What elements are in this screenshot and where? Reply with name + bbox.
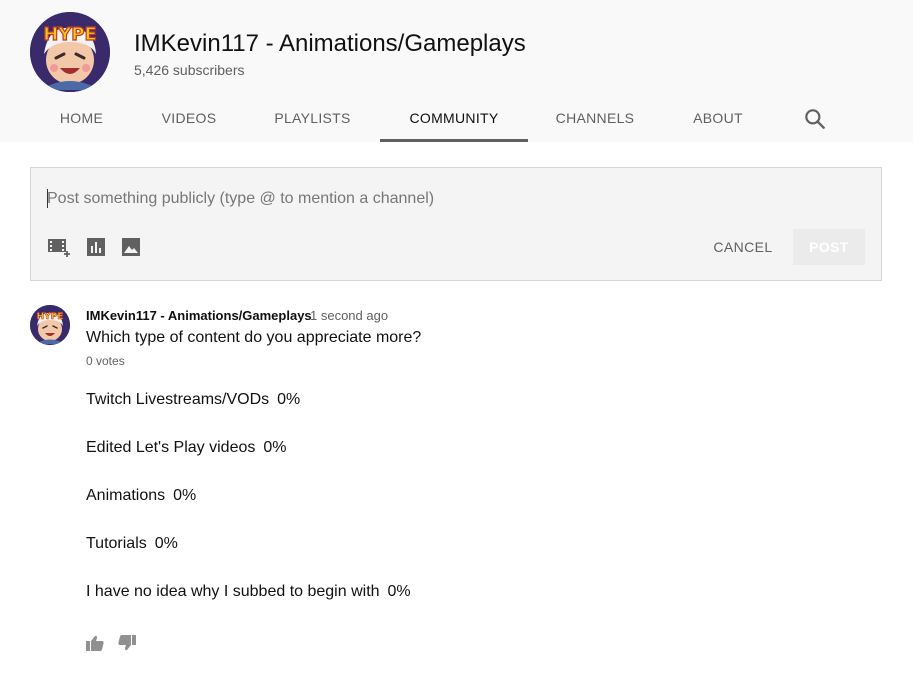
poll-icon[interactable] <box>86 237 110 257</box>
tab-about[interactable]: ABOUT <box>662 94 774 142</box>
poll-option-percent: 0% <box>277 391 301 408</box>
poll-option-label: Edited Let's Play videos <box>86 439 256 456</box>
poll-option[interactable]: I have no idea why I subbed to begin wit… <box>86 581 686 629</box>
avatar-image: HYPE <box>30 12 110 92</box>
avatar-logo-text: HYPE <box>43 24 97 45</box>
poll-option[interactable]: Twitch Livestreams/VODs 0% <box>86 389 686 437</box>
poll-option[interactable]: Tutorials 0% <box>86 533 686 581</box>
thumbs-down-icon[interactable] <box>118 635 136 651</box>
tab-playlists[interactable]: PLAYLISTS <box>245 94 380 142</box>
poll-option-label: Tutorials <box>86 535 147 552</box>
poll-option[interactable]: Edited Let's Play videos 0% <box>86 437 686 485</box>
post-button[interactable]: POST <box>793 229 865 265</box>
poll-option-percent: 0% <box>173 487 197 504</box>
tab-videos[interactable]: VIDEOS <box>133 94 245 142</box>
poll-question: Which type of content do you appreciate … <box>86 329 422 346</box>
avatar-logo-text: HYPE <box>37 312 64 322</box>
subscriber-count: 5,426 subscribers <box>134 62 245 78</box>
add-video-icon[interactable] <box>47 237 71 257</box>
post-input[interactable] <box>47 188 847 210</box>
channel-title: IMKevin117 - Animations/Gameplays <box>134 30 526 57</box>
post-timestamp[interactable]: 1 second ago <box>310 308 388 323</box>
poll-option-percent: 0% <box>154 535 178 552</box>
poll-vote-count: 0 votes <box>86 354 125 368</box>
post-composer: CANCEL POST <box>30 167 882 281</box>
post-author[interactable]: IMKevin117 - Animations/Gameplays <box>86 308 312 323</box>
channel-tabs: HOME VIDEOS PLAYLISTS COMMUNITY CHANNELS… <box>30 94 880 142</box>
search-icon[interactable] <box>802 106 828 132</box>
poll-option-label: Animations <box>86 487 166 504</box>
tab-home[interactable]: HOME <box>30 94 133 142</box>
tab-community[interactable]: COMMUNITY <box>380 94 528 142</box>
image-icon[interactable] <box>121 237 145 257</box>
community-post: HYPE IMKevin117 - Animations/Gameplays 1… <box>30 305 882 665</box>
poll-option-percent: 0% <box>263 439 287 456</box>
poll-option[interactable]: Animations 0% <box>86 485 686 533</box>
channel-avatar[interactable]: HYPE <box>30 12 110 92</box>
poll-option-label: I have no idea why I subbed to begin wit… <box>86 583 380 600</box>
text-caret <box>47 189 48 208</box>
post-author-avatar[interactable]: HYPE <box>30 305 70 345</box>
poll-option-label: Twitch Livestreams/VODs <box>86 391 270 408</box>
cancel-button[interactable]: CANCEL <box>703 230 783 264</box>
tab-channels[interactable]: CHANNELS <box>528 94 662 142</box>
poll-option-percent: 0% <box>387 583 411 600</box>
poll-options: Twitch Livestreams/VODs 0% Edited Let's P… <box>86 389 686 629</box>
channel-header: HYPE IMKevin117 - Animations/Gameplays 5… <box>0 0 913 142</box>
thumbs-up-icon[interactable] <box>86 635 104 651</box>
